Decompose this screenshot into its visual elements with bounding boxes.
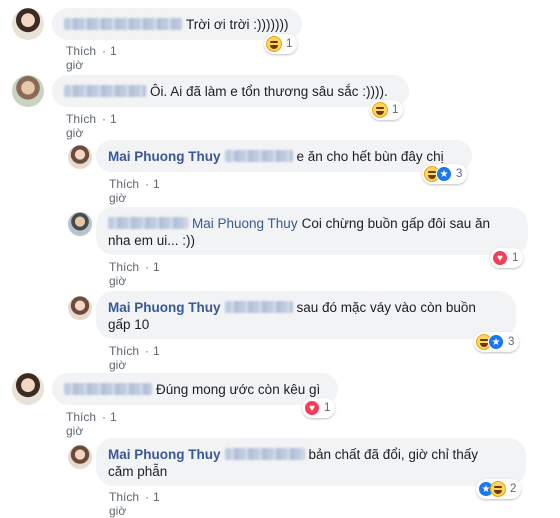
comment-meta: Thích · 1 giờ: [66, 112, 117, 140]
love-reaction-icon: ♥: [492, 250, 508, 266]
comment-meta: Thích · 1 giờ: [66, 410, 117, 438]
reaction-count: 2: [510, 483, 517, 495]
like-link[interactable]: Thích: [109, 490, 139, 504]
comment-text: Coi chừng buồn gấp đôi sau ăn: [301, 216, 491, 231]
comment-text-line-2: gấp 10: [108, 317, 150, 332]
haha-reaction-icon: [372, 102, 388, 118]
reaction-summary[interactable]: ♥ 1: [302, 398, 336, 418]
comment-bubble: Mai Phuong Thuy Coi chừng buồn gấp đôi sa…: [96, 207, 528, 255]
avatar[interactable]: [12, 373, 44, 405]
reaction-count: 1: [324, 402, 331, 414]
like-reaction-icon: ★: [436, 166, 452, 182]
comment-bubble: Mai Phuong Thuy bản chất đã đổi, giờ chỉ …: [96, 438, 526, 486]
reaction-count: 1: [392, 104, 399, 116]
reaction-summary[interactable]: ♥ 1: [490, 248, 524, 268]
comment-text: Đúng mong ước còn kêu gì: [156, 382, 321, 397]
reaction-summary[interactable]: 1: [264, 34, 298, 54]
reaction-summary[interactable]: ★ 3: [474, 332, 520, 352]
avatar[interactable]: [68, 445, 92, 469]
comment-text: e ăn cho hết bùn đây chị: [296, 149, 444, 164]
author-name[interactable]: Mai Phuong Thuy: [108, 149, 221, 164]
comment-text: Ôi. Ai đã làm e tổn thương sâu sắc :))))…: [150, 84, 388, 99]
reaction-summary[interactable]: 1: [370, 100, 404, 120]
like-link[interactable]: Thích: [66, 44, 96, 58]
avatar[interactable]: [68, 212, 92, 236]
redacted-name: [108, 217, 188, 229]
reaction-summary[interactable]: ★ 3: [422, 164, 468, 184]
redacted-name: [224, 150, 293, 162]
comment-meta: Thích · 1 giờ: [109, 344, 160, 372]
redacted-name: [64, 383, 152, 395]
comment-bubble: Ôi. Ai đã làm e tổn thương sâu sắc :))))…: [52, 75, 409, 107]
reaction-count: 1: [512, 252, 519, 264]
comment-meta: Thích · 1 giờ: [109, 177, 160, 205]
comment-text-line-2: căm phẫn: [108, 464, 168, 479]
comment-text: sau đó mặc váy vào còn buồn: [296, 300, 476, 315]
reaction-count: 1: [286, 38, 293, 50]
avatar[interactable]: [68, 145, 92, 169]
redacted-name: [64, 18, 182, 30]
comment-bubble: Mai Phuong Thuy e ăn cho hết bùn đây chị: [96, 140, 472, 172]
love-reaction-icon: ♥: [304, 400, 320, 416]
comment-bubble: Mai Phuong Thuy sau đó mặc váy vào còn bu…: [96, 291, 516, 339]
comment-bubble: Đúng mong ước còn kêu gì: [52, 373, 338, 405]
comment-text: bản chất đã đổi, giờ chỉ thấy: [308, 447, 478, 462]
like-link[interactable]: Thích: [109, 344, 139, 358]
haha-reaction-icon: [490, 481, 506, 497]
avatar[interactable]: [12, 8, 44, 40]
redacted-name: [224, 301, 293, 313]
comment-text-line-2: nha em ui... :)): [108, 233, 196, 248]
avatar[interactable]: [68, 296, 92, 320]
like-link[interactable]: Thích: [66, 410, 96, 424]
like-link[interactable]: Thích: [109, 260, 139, 274]
author-name[interactable]: Mai Phuong Thuy: [108, 447, 221, 462]
redacted-name: [64, 85, 146, 97]
reaction-count: 3: [456, 168, 463, 180]
haha-reaction-icon: [266, 36, 282, 52]
like-link[interactable]: Thích: [109, 177, 139, 191]
comment-bubble: Trời ơi trời :))))))): [52, 8, 302, 40]
like-reaction-icon: ★: [488, 334, 504, 350]
avatar[interactable]: [12, 75, 44, 107]
redacted-name: [224, 448, 305, 460]
author-name[interactable]: Mai Phuong Thuy: [108, 300, 221, 315]
like-link[interactable]: Thích: [66, 112, 96, 126]
mention-link[interactable]: Mai Phuong Thuy: [192, 216, 298, 231]
reaction-count: 3: [508, 336, 515, 348]
comment-meta: Thích · 1 giờ: [109, 260, 160, 288]
comment-meta: Thích · 1 giờ: [66, 44, 117, 72]
reaction-summary[interactable]: ★ 2: [476, 479, 522, 499]
comment-text: Trời ơi trời :))))))): [186, 17, 289, 32]
